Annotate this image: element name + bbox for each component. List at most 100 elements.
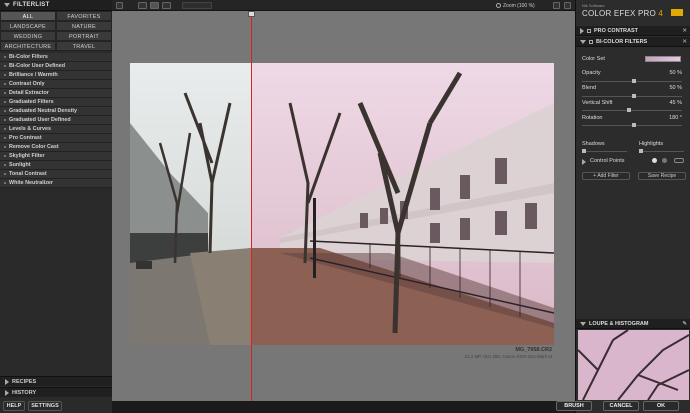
filterlist-header[interactable]: FILTERLIST [0,0,112,11]
loupe-image [578,330,689,400]
background-selector[interactable] [182,2,212,9]
category-nature[interactable]: NATURE [56,21,112,31]
shadows-slider[interactable] [582,149,627,153]
bullet-icon [4,83,6,85]
slider-knob[interactable] [639,149,643,153]
slider-knob[interactable] [632,123,636,127]
zoom-control[interactable]: Zoom (100 %) [496,2,535,9]
side-by-side-view-icon[interactable] [162,2,171,9]
highlights-label: Highlights [639,141,664,147]
toggle-right-panel-icon[interactable] [564,2,571,9]
split-view-icon[interactable] [150,2,159,9]
vertical-shift-slider[interactable] [582,108,682,112]
close-icon[interactable]: ✕ [682,28,687,34]
category-wedding[interactable]: WEDDING [0,31,56,41]
rotation-slider[interactable] [582,123,682,127]
zoom-label: Zoom (100 %) [503,2,535,9]
highlights-slider[interactable] [639,149,684,153]
bullet-icon [4,146,6,148]
filter-item[interactable]: Tonal Contrast [0,170,112,179]
category-all[interactable]: ALL [0,11,56,21]
help-button[interactable]: HELP [3,401,25,411]
toggle-panel-icon[interactable] [116,2,123,9]
enable-checkbox[interactable] [587,28,591,33]
close-icon[interactable]: ✕ [682,39,687,45]
remove-control-point-icon[interactable] [662,158,667,163]
filter-item-label: Sunlight [9,161,31,168]
add-filter-button[interactable]: + Add Filter [582,172,630,180]
add-control-point-icon[interactable] [652,158,657,163]
street-scene-image [130,63,554,345]
collapse-arrow-icon [580,321,586,326]
color-set-selector[interactable] [645,56,681,62]
category-landscape[interactable]: LANDSCAPE [0,21,56,31]
bullet-icon [4,101,6,103]
bicolor-label: BI-COLOR FILTERS [596,38,648,45]
brand-company: Nik Software [582,3,605,8]
category-grid: ALL FAVORITES LANDSCAPE NATURE WEDDING P… [0,11,112,51]
expand-arrow-icon [5,378,9,385]
slider-knob[interactable] [627,108,631,112]
category-portrait[interactable]: PORTRAIT [56,31,112,41]
filter-item[interactable]: Skylight Filter [0,152,112,161]
bullet-icon [4,65,6,67]
filter-item[interactable]: Brilliance / Warmth [0,71,112,80]
filter-item[interactable]: Levels & Curves [0,125,112,134]
bullet-icon [4,137,6,139]
save-recipe-button[interactable]: Save Recipe [638,172,686,180]
filter-item[interactable]: Bi-Color Filters [0,53,112,62]
background-color-icon[interactable] [553,2,560,9]
filter-item-label: Tonal Contrast [9,170,47,177]
history-header[interactable]: HISTORY [0,387,112,397]
brand-version: 4 [658,9,664,18]
control-points-row[interactable]: Control Points [582,158,686,168]
filter-item-label: Pro Contrast [9,134,42,141]
blend-value: 50 % [669,85,682,91]
brand-title: COLOR EFEX PRO 4 [582,9,663,18]
filter-item[interactable]: Bi-Color User Defined [0,62,112,71]
toggle-control-points-icon[interactable] [674,158,684,163]
expand-arrow-icon [580,27,584,34]
pin-icon[interactable]: ✎ [682,321,687,327]
split-handle-icon[interactable] [248,11,255,17]
cancel-button[interactable]: CANCEL [603,401,639,411]
filter-item-label: Bi-Color Filters [9,53,48,60]
recipes-label: RECIPES [12,378,37,385]
slider-knob[interactable] [582,149,586,153]
preview-canvas[interactable]: MG_7958.CR2 21.2 MP, ISO 400, Canon EOS-… [112,11,575,401]
slider-knob[interactable] [632,94,636,98]
filter-item[interactable]: White Neutralizer [0,179,112,188]
nik-logo-icon [671,9,683,16]
slider-knob[interactable] [632,79,636,83]
filter-item[interactable]: Graduated User Defined [0,116,112,125]
settings-button[interactable]: SETTINGS [28,401,62,411]
vertical-shift-label: Vertical Shift [582,100,613,106]
enable-checkbox[interactable] [589,39,593,44]
filter-item[interactable]: Sunlight [0,161,112,170]
filter-item[interactable]: Detail Extractor [0,89,112,98]
filter-item[interactable]: Graduated Neutral Density [0,107,112,116]
filter-item[interactable]: Remove Color Cast [0,143,112,152]
filter-item[interactable]: Contrast Only [0,80,112,89]
single-view-icon[interactable] [138,2,147,9]
filter-item[interactable]: Graduated Filters [0,98,112,107]
category-architecture[interactable]: ARCHITECTURE [0,41,56,51]
recipes-header[interactable]: RECIPES [0,376,112,386]
split-preview-divider[interactable] [251,11,252,401]
pro-contrast-label: PRO CONTRAST [594,27,638,34]
filter-item-label: Levels & Curves [9,125,51,132]
brush-button[interactable]: BRUSH [556,401,592,411]
opacity-slider[interactable] [582,79,682,83]
filter-item[interactable]: Pro Contrast [0,134,112,143]
blend-slider[interactable] [582,94,682,98]
pro-contrast-section[interactable]: PRO CONTRAST ✕ [576,26,690,36]
loupe-histogram-header[interactable]: LOUPE & HISTOGRAM ✎ [576,319,690,329]
bicolor-section[interactable]: BI-COLOR FILTERS ✕ [576,37,690,47]
filter-item-label: Skylight Filter [9,152,45,159]
category-favorites[interactable]: FAVORITES [56,11,112,21]
ok-button[interactable]: OK [643,401,679,411]
loupe-label: LOUPE & HISTOGRAM [589,320,649,327]
shadows-label: Shadows [582,141,605,147]
bullet-icon [4,164,6,166]
category-travel[interactable]: TRAVEL [56,41,112,51]
